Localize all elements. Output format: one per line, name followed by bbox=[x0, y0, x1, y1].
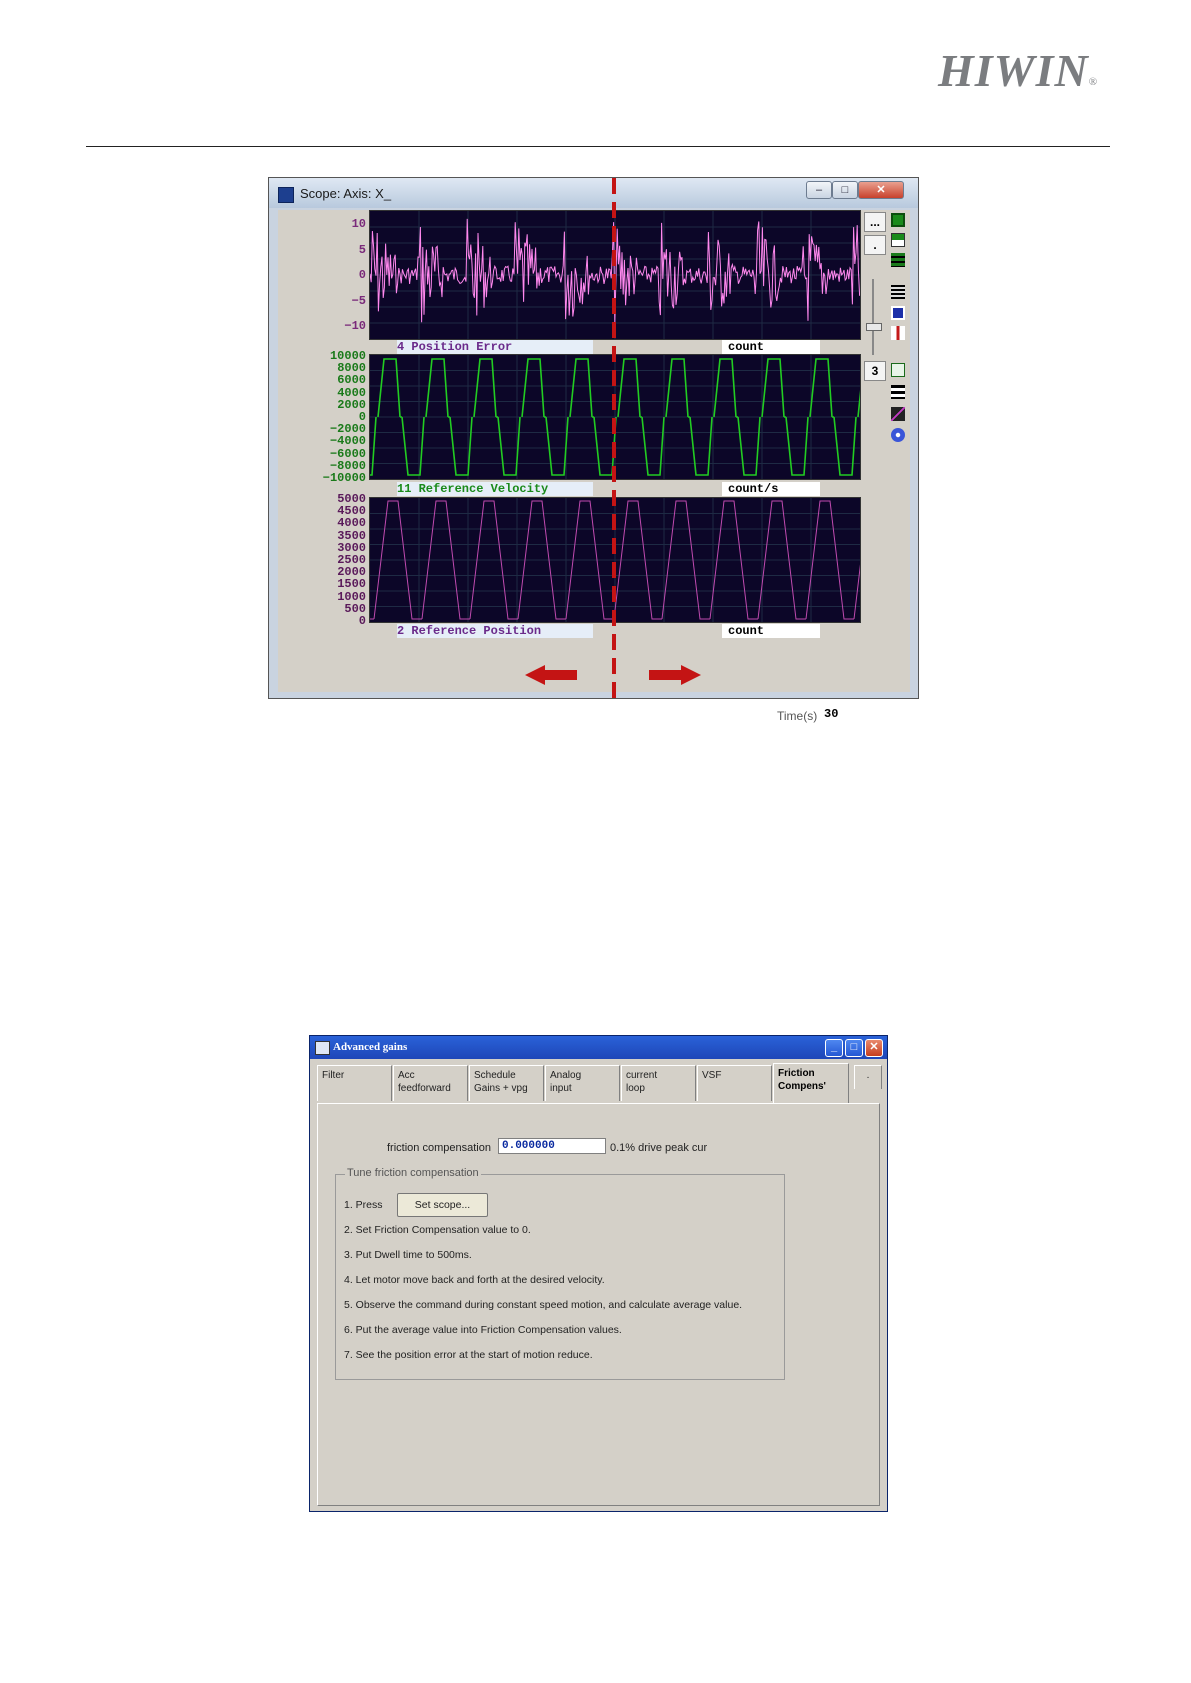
zoom-slider[interactable] bbox=[864, 277, 882, 359]
header-rule bbox=[86, 146, 1110, 147]
y-axis-labels-ch1: 10 5 0 −5 −10 bbox=[278, 210, 368, 340]
channel-unit-reference-position: count bbox=[722, 624, 820, 638]
minimize-button[interactable]: _ bbox=[825, 1039, 843, 1057]
scope-app-icon bbox=[278, 187, 294, 203]
channel-number-box[interactable]: 3 bbox=[864, 361, 886, 381]
step-2: 2. Set Friction Compensation value to 0. bbox=[344, 1224, 531, 1236]
run-icon[interactable] bbox=[891, 213, 905, 227]
time-value-field[interactable]: 30 bbox=[820, 707, 898, 721]
y-tick-label: −5 bbox=[351, 293, 366, 308]
friction-compensation-input[interactable]: 0.000000 bbox=[498, 1138, 606, 1154]
plot-reference-velocity[interactable] bbox=[329, 354, 905, 480]
scope-client-area: 10 5 0 −5 −10 4 Position Error count 10000 80… bbox=[278, 210, 910, 723]
y-tick-label: 0 bbox=[358, 614, 366, 628]
channel-unit-reference-velocity: count/s bbox=[722, 482, 820, 496]
channel-spacer bbox=[595, 340, 720, 354]
channel-label-reference-position[interactable]: 2 Reference Position bbox=[397, 624, 593, 638]
channel-label-reference-velocity[interactable]: 11 Reference Velocity bbox=[397, 482, 593, 496]
tab-analog-input[interactable]: Analog input bbox=[545, 1065, 620, 1101]
trigger-icon[interactable] bbox=[891, 233, 905, 247]
scope-window: Scope: Axis: X_ – □ ✕ 10 5 0 −5 −10 4 Positi… bbox=[268, 177, 919, 723]
friction-compensation-unit: 0.1% drive peak cur bbox=[610, 1142, 708, 1154]
tab-vsf[interactable]: VSF bbox=[697, 1065, 772, 1101]
plot-reference-position[interactable] bbox=[325, 497, 902, 623]
y-tick-label: −10000 bbox=[322, 471, 366, 485]
minimize-button[interactable]: – bbox=[806, 181, 832, 199]
maximize-button[interactable]: □ bbox=[832, 181, 858, 199]
tab-schedule-gains[interactable]: Schedule Gains + vpg bbox=[469, 1065, 544, 1101]
cursor-icon[interactable] bbox=[891, 326, 905, 340]
dot-button[interactable]: . bbox=[864, 235, 886, 255]
reference-velocity-trace bbox=[329, 355, 905, 479]
slider-thumb[interactable] bbox=[866, 323, 882, 331]
reference-position-trace bbox=[325, 498, 902, 622]
grid-icon[interactable] bbox=[891, 253, 905, 267]
advanced-gains-title: Advanced gains bbox=[333, 1041, 408, 1053]
y-axis-labels-ch3: 5000 4500 4000 3500 3000 2500 2000 1500 1000 500 0 bbox=[278, 492, 368, 628]
more-options-button[interactable]: ... bbox=[864, 212, 886, 232]
tab-acc-feedforward[interactable]: Acc feedforward bbox=[393, 1065, 468, 1101]
chart-icon[interactable] bbox=[891, 407, 905, 421]
plot-position-error[interactable] bbox=[369, 210, 861, 340]
step-6: 6. Put the average value into Friction C… bbox=[344, 1324, 622, 1336]
list-icon[interactable] bbox=[891, 285, 905, 299]
step-5: 5. Observe the command during constant s… bbox=[344, 1299, 743, 1311]
tab-scroll-button[interactable]: . bbox=[854, 1065, 882, 1089]
step-1-label: 1. Press bbox=[344, 1199, 383, 1211]
set-scope-button[interactable]: Set scope... bbox=[397, 1193, 488, 1217]
hiwin-logo: HIWIN® bbox=[938, 45, 1099, 96]
friction-compensation-label: friction compensation bbox=[387, 1142, 491, 1154]
maximize-button[interactable]: □ bbox=[845, 1039, 863, 1057]
lines-icon[interactable] bbox=[891, 385, 905, 399]
tune-friction-group-title: Tune friction compensation bbox=[345, 1167, 481, 1179]
advanced-gains-titlebar[interactable]: Advanced gains _ □ ✕ bbox=[310, 1036, 887, 1059]
step-3: 3. Put Dwell time to 500ms. bbox=[344, 1249, 472, 1261]
step-7: 7. See the position error at the start o… bbox=[344, 1349, 593, 1361]
y-axis-labels-ch2: 10000 8000 6000 4000 2000 0 −2000 −4000 −6000 −80… bbox=[278, 349, 368, 485]
channel-spacer bbox=[595, 624, 720, 638]
channel-label-position-error[interactable]: 4 Position Error bbox=[397, 340, 593, 354]
tab-current-loop[interactable]: current loop bbox=[621, 1065, 696, 1101]
tab-filter[interactable]: Filter bbox=[317, 1065, 392, 1101]
tab-friction-compensation[interactable]: Friction Compens' bbox=[773, 1063, 849, 1103]
y-tick-label: 5 bbox=[358, 242, 366, 257]
target-icon[interactable] bbox=[891, 428, 905, 442]
step-4: 4. Let motor move back and forth at the … bbox=[344, 1274, 605, 1286]
channel-spacer bbox=[595, 482, 720, 496]
y-tick-label: −10 bbox=[344, 319, 366, 333]
y-tick-label: 10 bbox=[351, 217, 366, 231]
advanced-gains-app-icon bbox=[315, 1041, 330, 1055]
position-error-trace bbox=[369, 211, 861, 339]
color-icon[interactable] bbox=[891, 306, 905, 320]
channel-unit-position-error: count bbox=[722, 340, 820, 354]
waveform-icon[interactable] bbox=[891, 363, 905, 377]
close-button[interactable]: ✕ bbox=[858, 181, 904, 199]
y-tick-label: 0 bbox=[358, 268, 366, 282]
close-button[interactable]: ✕ bbox=[865, 1039, 883, 1057]
time-label: Time(s) bbox=[777, 709, 818, 723]
scope-window-title: Scope: Axis: X_ bbox=[300, 186, 392, 201]
scope-titlebar[interactable]: Scope: Axis: X_ – □ ✕ bbox=[269, 178, 918, 208]
